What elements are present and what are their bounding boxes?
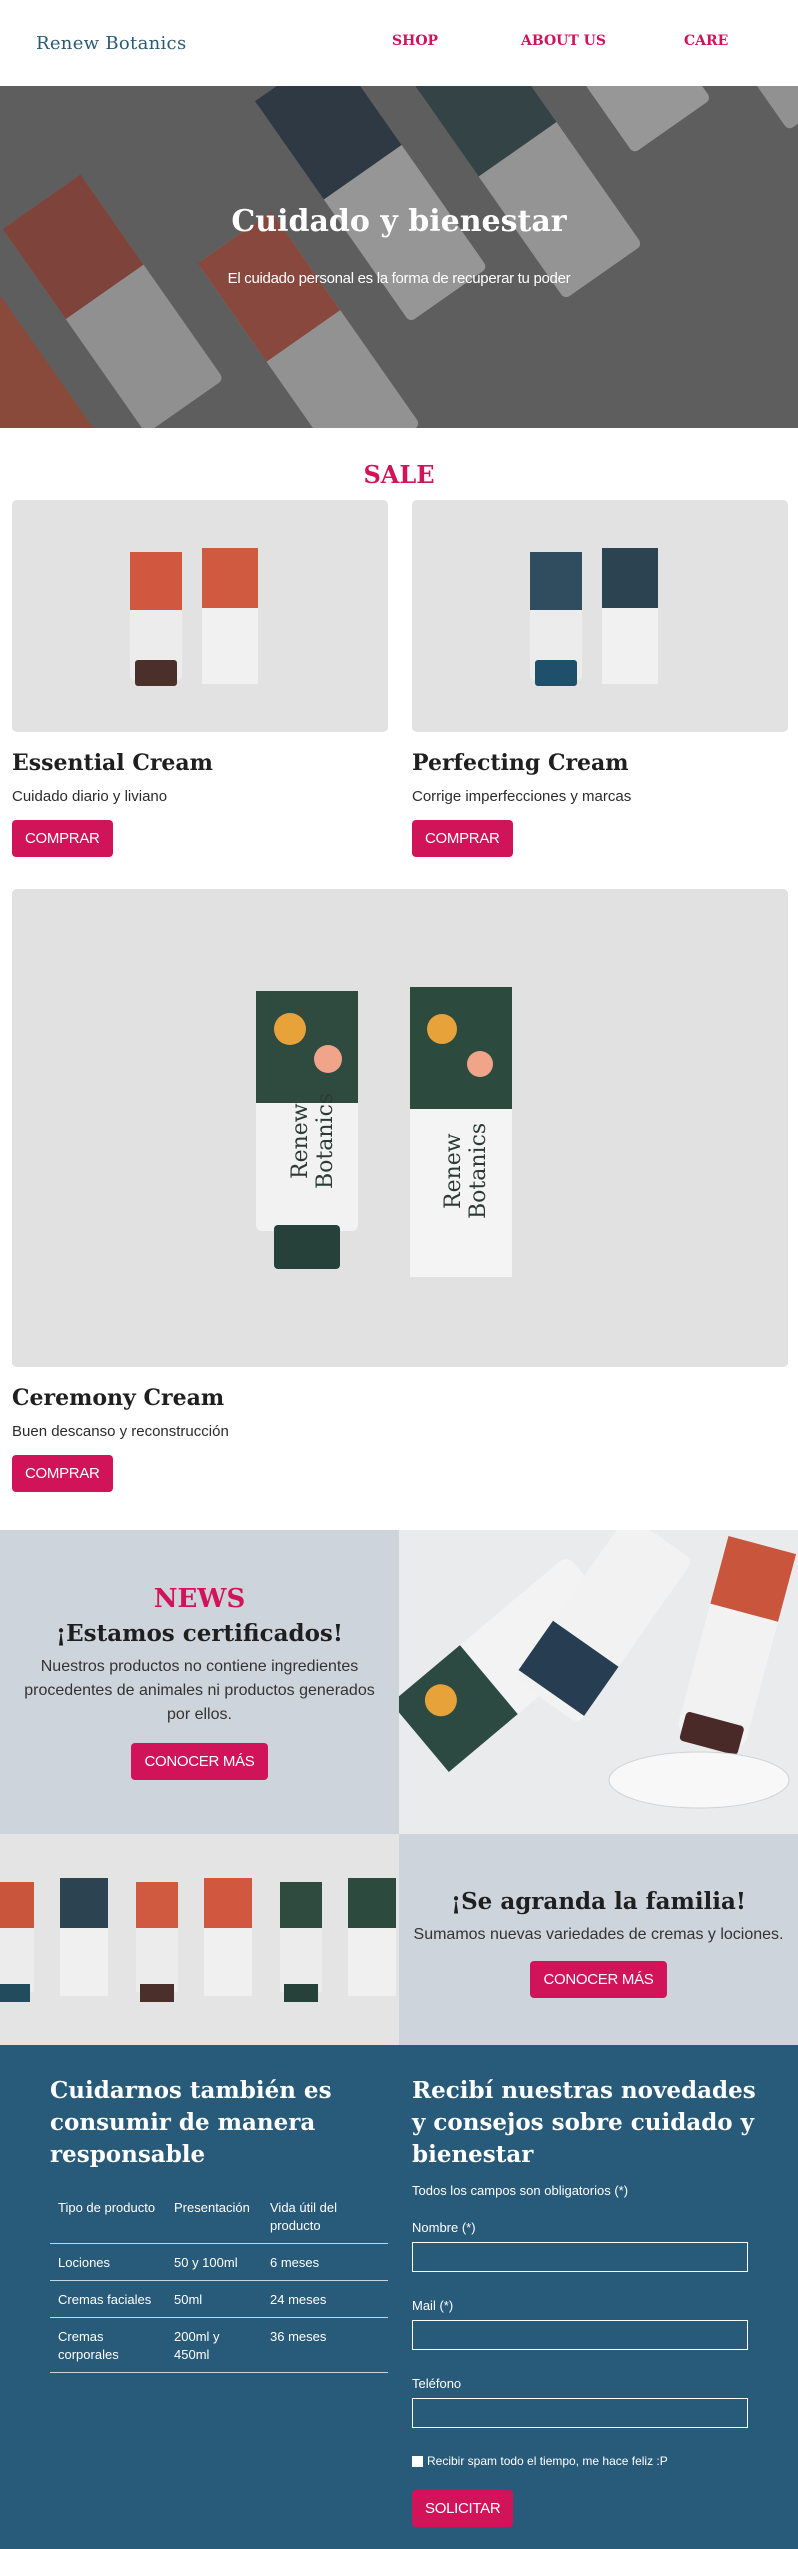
tubes-splash-illustration: [399, 1530, 798, 1834]
sale-title: SALE: [363, 460, 435, 489]
spam-checkbox-label: Recibir spam todo el tiempo, me hace fel…: [427, 2454, 668, 2468]
table-row: Cremas faciales 50ml 24 meses: [50, 2280, 388, 2318]
table-cell: Lociones: [50, 2243, 166, 2281]
table-header: Vida útil del producto: [270, 2200, 337, 2233]
hero-title: Cuidado y bienestar: [231, 204, 567, 239]
name-label: Nombre (*): [412, 2220, 476, 2235]
table-row: Cremas corporales 200ml y 450ml 36 meses: [50, 2317, 388, 2373]
table-cell: 24 meses: [262, 2280, 388, 2318]
product-description: Buen descanso y reconstrucción: [12, 1423, 229, 1440]
newsletter-form: Recibí nuestras novedades y consejos sob…: [412, 2075, 762, 2527]
family-panel: ¡Se agranda la familia! Sumamos nuevas v…: [399, 1834, 798, 2045]
essential-cream-illustration: [12, 500, 388, 732]
product-card-essential: Essential Cream Cuidado diario y liviano…: [12, 500, 388, 857]
news-text: Nuestros productos no contiene ingredien…: [24, 1658, 375, 1723]
product-lineup-illustration: [0, 1834, 399, 2045]
table-cell: 6 meses: [262, 2243, 388, 2281]
name-field[interactable]: [412, 2242, 748, 2272]
table-title: Cuidarnos también es consumir de manera …: [50, 2077, 332, 2168]
news-heading: ¡Estamos certificados!: [56, 1620, 343, 1647]
news-image: [399, 1530, 798, 1834]
hero-overlay: [0, 86, 798, 428]
table-cell: 50ml: [166, 2280, 262, 2318]
tube-brand-line1: Renew: [288, 1103, 313, 1179]
site-header: Renew Botanics SHOP ABOUT US CARE: [0, 0, 798, 86]
spam-checkbox-row[interactable]: Recibir spam todo el tiempo, me hace fel…: [412, 2454, 762, 2468]
buy-button-ceremony[interactable]: COMPRAR: [12, 1455, 113, 1492]
tube-brand-line2: Botanics: [313, 1093, 338, 1189]
submit-button[interactable]: SOLICITAR: [412, 2490, 514, 2527]
spam-checkbox[interactable]: [412, 2456, 423, 2468]
perfecting-cream-illustration: [412, 500, 788, 732]
mail-field[interactable]: [412, 2320, 748, 2350]
table-header: Presentación: [174, 2200, 250, 2215]
product-description: Cuidado diario y liviano: [12, 788, 168, 805]
box-brand-line2: Botanics: [466, 1123, 491, 1219]
box-brand-line1: Renew: [441, 1133, 466, 1209]
brand-logo[interactable]: Renew Botanics: [36, 33, 186, 54]
form-title: Recibí nuestras novedades y consejos sob…: [412, 2077, 756, 2168]
product-card-ceremony: Renew Botanics Renew Botanics Ceremony C…: [12, 889, 788, 1492]
responsible-consumption-section: Cuidarnos también es consumir de manera …: [50, 2075, 390, 2373]
news-label: NEWS: [153, 1584, 246, 1614]
news-panel: NEWS ¡Estamos certificados! Nuestros pro…: [0, 1530, 399, 1834]
mail-label: Mail (*): [412, 2298, 454, 2313]
hero-banner: Cuidado y bienestar El cuidado personal …: [0, 86, 798, 428]
product-name: Essential Cream: [12, 750, 213, 776]
product-name: Ceremony Cream: [12, 1385, 225, 1411]
phone-field[interactable]: [412, 2398, 748, 2428]
product-name: Perfecting Cream: [412, 750, 629, 776]
table-header-row: Tipo de producto Presentación Vida útil …: [50, 2189, 388, 2244]
nav-care[interactable]: CARE: [684, 33, 728, 49]
family-row: ¡Se agranda la familia! Sumamos nuevas v…: [0, 1834, 798, 2045]
product-lifespan-table: Tipo de producto Presentación Vida útil …: [50, 2189, 388, 2373]
table-cell: 200ml y 450ml: [166, 2317, 262, 2373]
site-footer: Cuidarnos también es consumir de manera …: [0, 2045, 798, 2549]
buy-button-essential[interactable]: COMPRAR: [12, 820, 113, 857]
news-learn-more-button[interactable]: CONOCER MÁS: [131, 1743, 268, 1780]
family-image: [0, 1834, 399, 2045]
table-cell: Cremas faciales: [50, 2280, 166, 2318]
product-image-perfecting: [412, 500, 788, 732]
news-row: NEWS ¡Estamos certificados! Nuestros pro…: [0, 1530, 798, 1834]
product-description: Corrige imperfecciones y marcas: [412, 788, 632, 805]
buy-button-perfecting[interactable]: COMPRAR: [412, 820, 513, 857]
family-text: Sumamos nuevas variedades de cremas y lo…: [413, 1925, 784, 1943]
hero-subtitle: El cuidado personal es la forma de recup…: [227, 270, 571, 287]
nav-about-us[interactable]: ABOUT US: [521, 33, 606, 49]
product-image-essential: [12, 500, 388, 732]
product-image-ceremony: Renew Botanics Renew Botanics: [12, 889, 788, 1367]
required-note: Todos los campos son obligatorios (*): [412, 2183, 629, 2198]
table-cell: Cremas corporales: [50, 2317, 166, 2373]
table-row: Lociones 50 y 100ml 6 meses: [50, 2243, 388, 2281]
phone-label: Teléfono: [412, 2376, 462, 2391]
table-header: Tipo de producto: [58, 2200, 156, 2215]
product-card-perfecting: Perfecting Cream Corrige imperfecciones …: [412, 500, 788, 857]
family-heading: ¡Se agranda la familia!: [450, 1887, 747, 1915]
nav-shop[interactable]: SHOP: [392, 33, 438, 49]
ceremony-cream-illustration: Renew Botanics Renew Botanics: [12, 889, 788, 1367]
family-learn-more-button[interactable]: CONOCER MÁS: [530, 1960, 667, 1998]
table-cell: 50 y 100ml: [166, 2243, 262, 2281]
table-cell: 36 meses: [262, 2317, 388, 2373]
